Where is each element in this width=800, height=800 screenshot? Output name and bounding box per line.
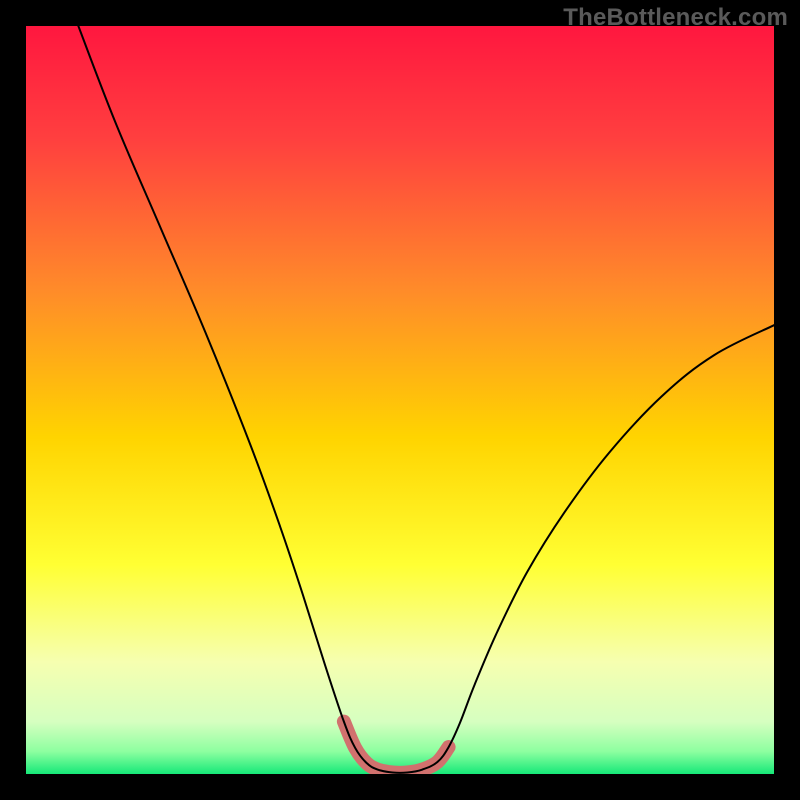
chart-frame: TheBottleneck.com xyxy=(0,0,800,800)
watermark-text: TheBottleneck.com xyxy=(563,4,788,32)
chart-plot-area xyxy=(26,26,774,774)
chart-background-gradient xyxy=(26,26,774,774)
chart-svg xyxy=(26,26,774,774)
